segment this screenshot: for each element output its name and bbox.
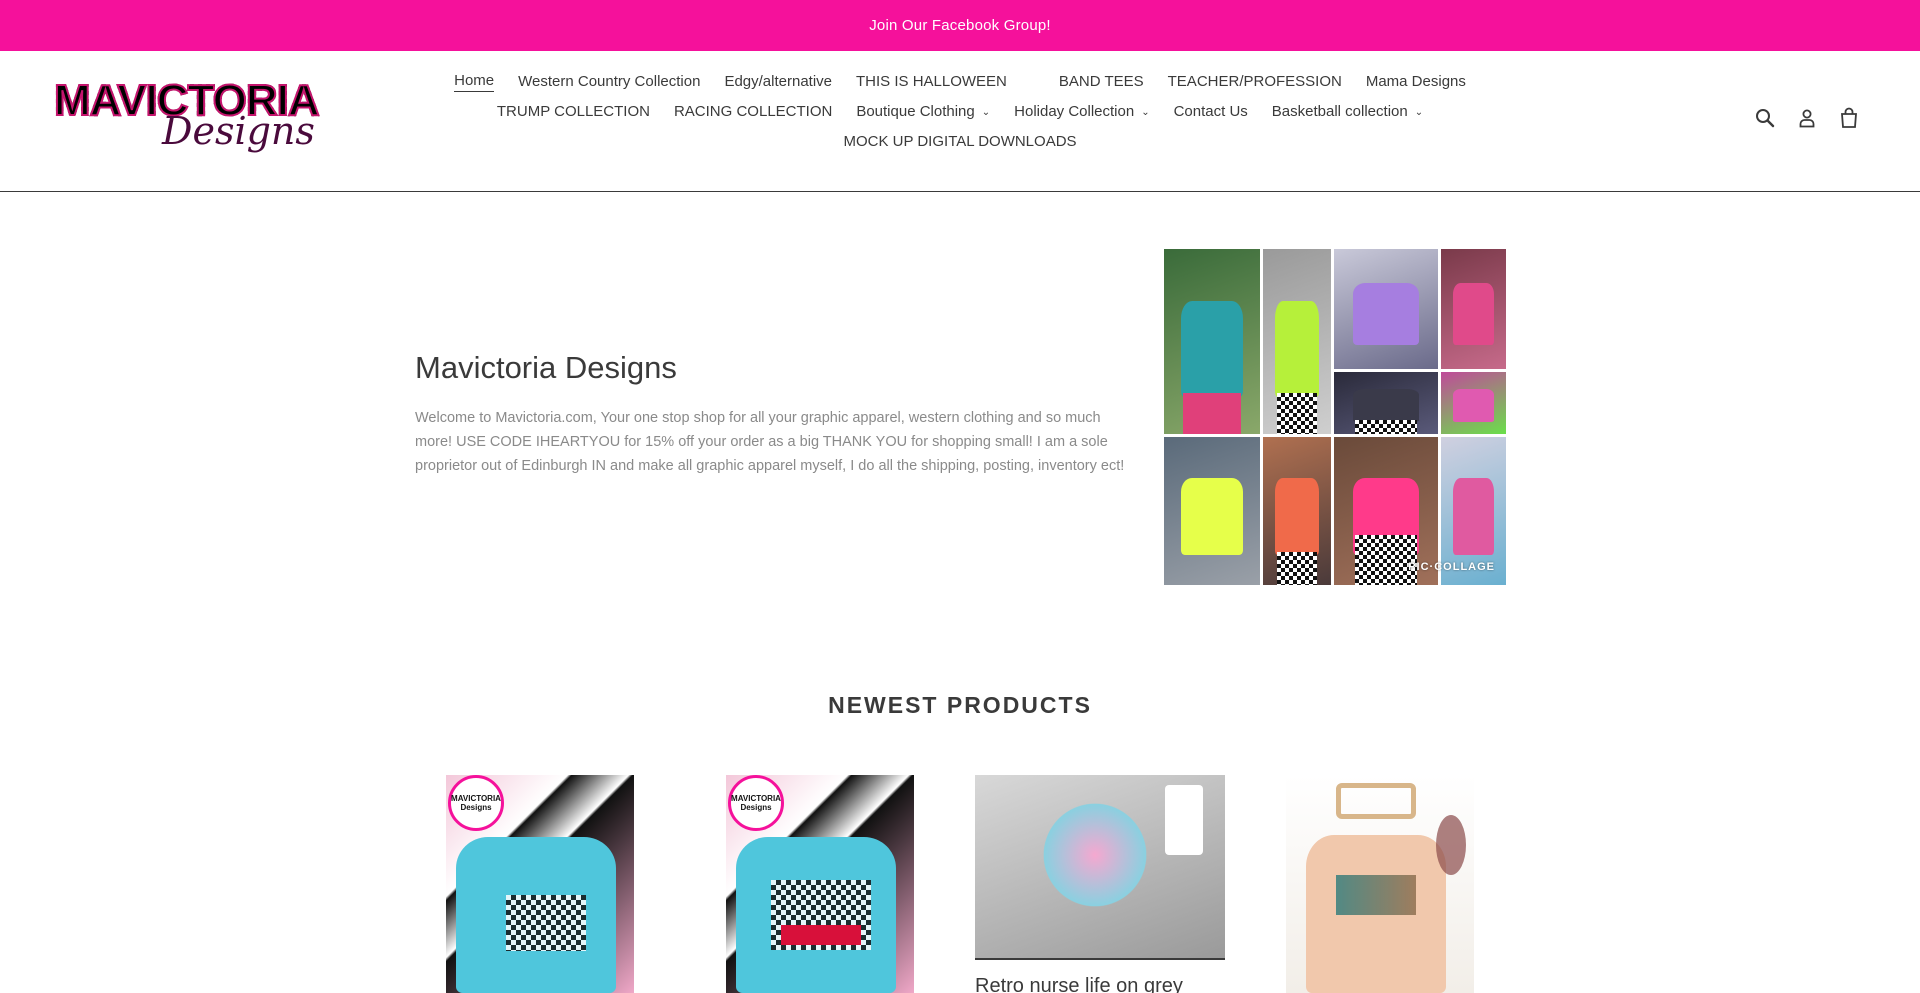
cart-icon[interactable] xyxy=(1838,107,1860,129)
collage-photo xyxy=(1263,437,1331,585)
nav-item-this-is-halloween[interactable]: THIS IS HALLOWEEN xyxy=(844,71,1047,92)
site-logo[interactable]: MAVICTORIA Designs xyxy=(53,78,321,161)
collage-watermark: PIC·COLLAGE xyxy=(1408,561,1495,573)
main-navigation: Home Western Country Collection Edgy/alt… xyxy=(454,71,1466,152)
newest-products-heading: NEWEST PRODUCTS xyxy=(828,692,1092,718)
nav-item-edgy-alternative[interactable]: Edgy/alternative xyxy=(712,71,844,92)
hero-collage-image: PIC·COLLAGE xyxy=(1164,249,1506,585)
logo-script: Designs xyxy=(162,109,315,153)
chevron-down-icon: ⌄ xyxy=(1141,107,1150,118)
nav-item-mock-up-digital-downloads[interactable]: MOCK UP DIGITAL DOWNLOADS xyxy=(831,132,1088,152)
product-title[interactable]: Retro nurse life on grey xyxy=(975,975,1183,993)
nav-item-boutique-clothing[interactable]: Boutique Clothing ⌄ xyxy=(844,102,1002,122)
collage-photo xyxy=(1334,249,1438,369)
collage-photo xyxy=(1164,249,1260,434)
nav-item-trump-collection[interactable]: TRUMP COLLECTION xyxy=(485,102,662,122)
nav-item-mama-designs[interactable]: Mama Designs xyxy=(1354,71,1478,92)
collage-photo xyxy=(1263,249,1331,434)
nav-item-western-country[interactable]: Western Country Collection xyxy=(506,71,712,92)
nav-item-basketball-collection[interactable]: Basketball collection ⌄ xyxy=(1260,102,1435,122)
nav-row-2: TRUMP COLLECTION RACING COLLECTION Bouti… xyxy=(470,102,1450,122)
facebook-group-link[interactable]: Join Our Facebook Group! xyxy=(869,17,1051,34)
chevron-down-icon: ⌄ xyxy=(1414,107,1424,118)
hero-title: Mavictoria Designs xyxy=(415,350,677,385)
search-icon[interactable] xyxy=(1754,107,1776,129)
nav-item-teacher-profession[interactable]: TEACHER/PROFESSION xyxy=(1156,71,1354,92)
collage-photo xyxy=(1164,437,1260,585)
collage-photo xyxy=(1441,372,1506,434)
announcement-bar: Join Our Facebook Group! xyxy=(0,0,1920,51)
nav-item-contact-us[interactable]: Contact Us xyxy=(1162,102,1260,122)
header-icons xyxy=(1754,107,1860,129)
nav-item-holiday-collection[interactable]: Holiday Collection ⌄ xyxy=(1002,102,1161,122)
product-badge: MAVICTORIA Designs xyxy=(448,775,504,831)
account-icon[interactable] xyxy=(1796,107,1818,129)
product-card[interactable] xyxy=(975,775,1225,960)
product-card[interactable]: MAVICTORIA Designs xyxy=(446,775,634,993)
nav-item-home[interactable]: Home xyxy=(442,71,506,92)
chevron-down-icon: ⌄ xyxy=(981,107,991,118)
nav-item-band-tees[interactable]: BAND TEES xyxy=(1047,71,1156,92)
product-card[interactable]: MAVICTORIA Designs xyxy=(726,775,914,993)
product-badge: MAVICTORIA Designs xyxy=(728,775,784,831)
product-card[interactable] xyxy=(1286,775,1474,993)
hero-description: Welcome to Mavictoria.com, Your one stop… xyxy=(415,410,1125,474)
collage-photo xyxy=(1334,372,1438,434)
nav-row-1: Home Western Country Collection Edgy/alt… xyxy=(454,71,1466,92)
collage-photo xyxy=(1441,249,1506,369)
nav-item-racing-collection[interactable]: RACING COLLECTION xyxy=(662,102,844,122)
site-header: MAVICTORIA Designs Home Western Country … xyxy=(0,51,1920,192)
nav-row-3: MOCK UP DIGITAL DOWNLOADS xyxy=(470,132,1450,152)
